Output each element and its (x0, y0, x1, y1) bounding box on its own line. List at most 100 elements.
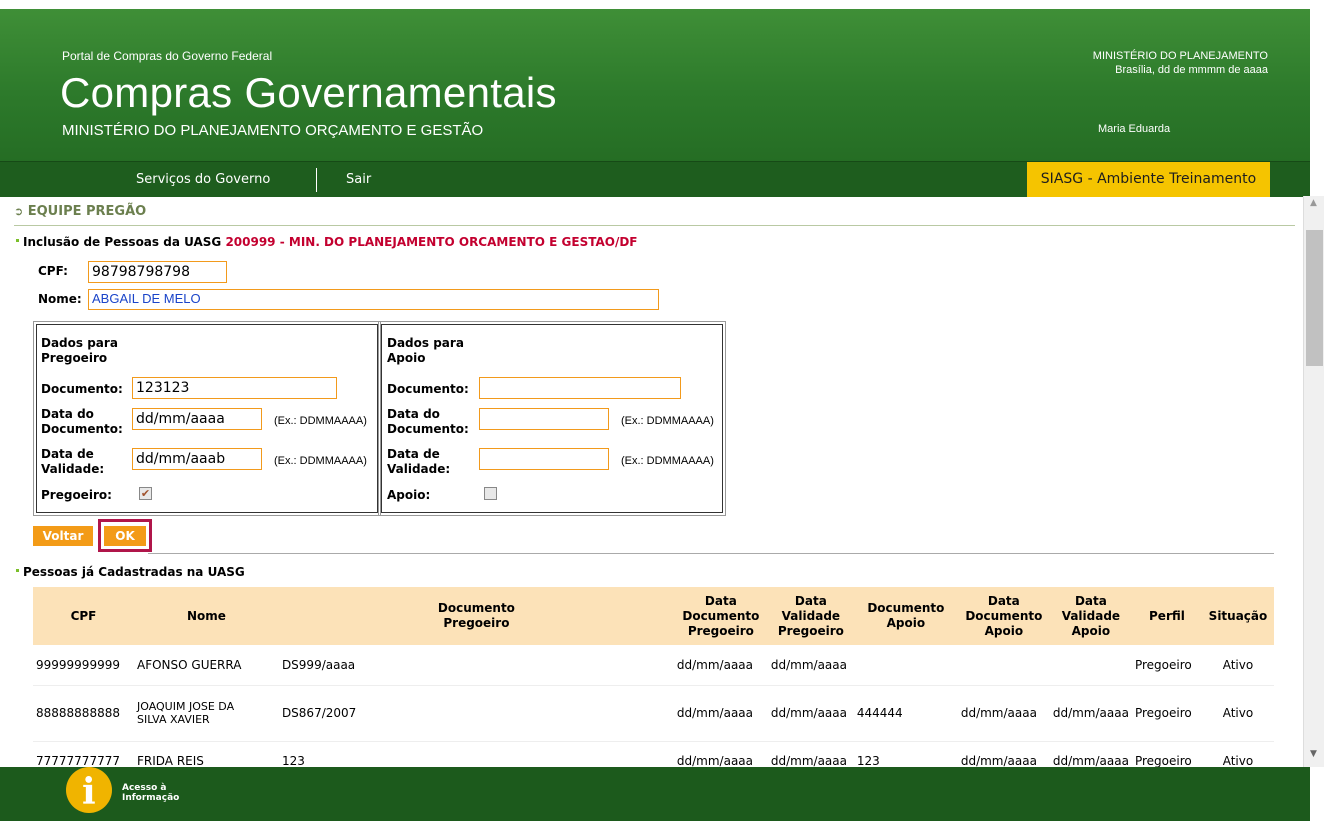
cell-data-doc-apoio: dd/mm/aaaa (957, 741, 1050, 767)
pregoeiro-documento-label: Documento: (41, 382, 123, 396)
apoio-panel: Dados para Apoio Documento: Data do Docu… (378, 321, 726, 516)
col-header[interactable]: CPF (33, 587, 134, 645)
col-header[interactable]: Data Documento Pregoeiro (673, 587, 768, 645)
ministry-info: MINISTÉRIO DO PLANEJAMENTO Brasília, dd … (1093, 49, 1268, 77)
col-header[interactable]: Documento Apoio (853, 587, 958, 645)
cell-doc-pregoeiro: 123 (278, 741, 674, 767)
cell-data-val-pregoeiro: dd/mm/aaaa (767, 685, 854, 742)
cell-data-doc-apoio (957, 645, 1050, 686)
scroll-down-arrow-icon[interactable]: ▼ (1310, 749, 1317, 759)
section-divider (180, 225, 1295, 226)
list-title-text: Pessoas já Cadastradas na UASG (23, 565, 245, 579)
pregoeiro-data-val-label: Data de Validade: (41, 447, 105, 476)
nav-separator (316, 168, 317, 192)
top-margin (0, 0, 1324, 9)
list-title: Pessoas já Cadastradas na UASG (16, 565, 245, 579)
apoio-checkbox[interactable] (484, 487, 497, 500)
cell-doc-apoio (853, 645, 958, 686)
inclusion-heading: Inclusão de Pessoas da UASG 200999 - MIN… (16, 235, 638, 249)
uasg-name: 200999 - MIN. DO PLANEJAMENTO ORCAMENTO … (225, 235, 638, 249)
apoio-data-doc-hint: (Ex.: DDMMAAAA) (621, 415, 714, 427)
cell-data-doc-pregoeiro: dd/mm/aaaa (673, 685, 768, 742)
cell-doc-apoio: 444444 (853, 685, 958, 742)
section-title-text: EQUIPE PREGÃO (27, 204, 147, 219)
inclusion-label: Inclusão de Pessoas da UASG (23, 235, 222, 249)
nav-services-link[interactable]: Serviços do Governo (136, 172, 270, 187)
apoio-heading: Dados para Apoio (387, 336, 464, 365)
pregoeiro-heading: Dados para Pregoeiro (41, 336, 118, 365)
current-date: Brasília, dd de mmmm de aaaa (1115, 64, 1268, 76)
pregoeiro-data-val-hint: (Ex.: DDMMAAAA) (274, 455, 367, 467)
pregoeiro-data-val-input[interactable]: dd/mm/aaab (132, 448, 262, 470)
cell-data-val-apoio: dd/mm/aaaa (1049, 741, 1132, 767)
apoio-data-doc-label: Data do Documento: (387, 407, 469, 436)
site-subtitle: MINISTÉRIO DO PLANEJAMENTO ORÇAMENTO E G… (62, 122, 484, 139)
cell-perfil: Pregoeiro (1131, 645, 1202, 686)
col-header[interactable]: Perfil (1131, 587, 1202, 645)
cell-nome: AFONSO GUERRA (133, 645, 279, 686)
section-underline (14, 225, 180, 226)
cell-perfil: Pregoeiro (1131, 685, 1202, 742)
section-arrow-icon: ➲ (14, 205, 24, 218)
pregoeiro-check-label: Pregoeiro: (41, 488, 112, 502)
pregoeiro-panel: Dados para Pregoeiro Documento: 123123 D… (33, 321, 381, 516)
check-icon: ✔ (140, 487, 151, 500)
user-name: Maria Eduarda (1098, 123, 1171, 135)
col-header[interactable]: Data Documento Apoio (957, 587, 1050, 645)
ok-button[interactable]: OK (104, 526, 146, 546)
scrollbar-thumb[interactable] (1306, 230, 1323, 366)
col-header[interactable]: Documento Pregoeiro (278, 587, 674, 645)
apoio-data-val-input[interactable] (479, 448, 609, 470)
nav-logout-link[interactable]: Sair (346, 172, 371, 187)
table-row[interactable]: 77777777777 FRIDA REIS 123 dd/mm/aaaa dd… (33, 741, 1274, 767)
apoio-data-val-hint: (Ex.: DDMMAAAA) (621, 455, 714, 467)
table-row[interactable]: 99999999999 AFONSO GUERRA DS999/aaaa dd/… (33, 645, 1274, 686)
col-header[interactable]: Data Validade Apoio (1049, 587, 1132, 645)
scroll-up-arrow-icon[interactable]: ▲ (1310, 198, 1317, 208)
nome-label: Nome: (38, 292, 82, 306)
pregoeiro-documento-input[interactable]: 123123 (132, 377, 337, 399)
back-button[interactable]: Voltar (33, 526, 93, 546)
cpf-input[interactable]: 98798798798 (88, 261, 227, 283)
bullet-icon (16, 569, 19, 572)
cell-data-val-apoio (1049, 645, 1132, 686)
cell-data-doc-pregoeiro: dd/mm/aaaa (673, 741, 768, 767)
cell-cpf: 77777777777 (33, 741, 134, 767)
site-title[interactable]: Compras Governamentais (60, 69, 557, 117)
col-header[interactable]: Nome (133, 587, 279, 645)
col-header[interactable]: Situação (1201, 587, 1274, 645)
cell-data-val-pregoeiro: dd/mm/aaaa (767, 741, 854, 767)
pregoeiro-data-doc-label: Data do Documento: (41, 407, 123, 436)
apoio-data-val-label: Data de Validade: (387, 447, 451, 476)
cell-data-val-apoio: dd/mm/aaaa (1049, 685, 1132, 742)
site-footer: i Acesso à Informação (0, 767, 1310, 821)
environment-badge: SIASG - Ambiente Treinamento (1027, 162, 1270, 197)
information-access-label[interactable]: Acesso à Informação (122, 783, 182, 803)
nome-input[interactable]: ABGAIL DE MELO (88, 289, 659, 310)
cell-situacao: Ativo (1201, 685, 1274, 742)
cell-doc-apoio: 123 (853, 741, 958, 767)
cell-cpf: 99999999999 (33, 645, 134, 686)
main-nav: Serviços do Governo Sair SIASG - Ambient… (0, 161, 1310, 197)
cpf-label: CPF: (38, 264, 68, 278)
col-header[interactable]: Data Validade Pregoeiro (767, 587, 854, 645)
form-divider (148, 553, 1274, 554)
apoio-data-doc-input[interactable] (479, 408, 609, 430)
bullet-icon (16, 239, 19, 242)
vertical-scrollbar[interactable]: ▲ ▼ (1303, 196, 1324, 767)
apoio-documento-input[interactable] (479, 377, 681, 399)
cell-doc-pregoeiro: DS867/2007 (278, 685, 674, 742)
apoio-documento-label: Documento: (387, 382, 469, 396)
cell-situacao: Ativo (1201, 741, 1274, 767)
apoio-check-label: Apoio: (387, 488, 431, 502)
cell-perfil: Pregoeiro (1131, 741, 1202, 767)
cell-data-doc-pregoeiro: dd/mm/aaaa (673, 645, 768, 686)
pregoeiro-checkbox[interactable]: ✔ (139, 487, 152, 500)
table-row[interactable]: 88888888888 JOAQUIM JOSE DA SILVA XAVIER… (33, 685, 1274, 742)
cell-situacao: Ativo (1201, 645, 1274, 686)
site-header: Portal de Compras do Governo Federal Com… (0, 9, 1310, 161)
portal-label: Portal de Compras do Governo Federal (62, 49, 273, 63)
cell-data-val-pregoeiro: dd/mm/aaaa (767, 645, 854, 686)
pregoeiro-data-doc-input[interactable]: dd/mm/aaaa (132, 408, 262, 430)
information-access-logo-icon[interactable]: i (66, 767, 112, 813)
